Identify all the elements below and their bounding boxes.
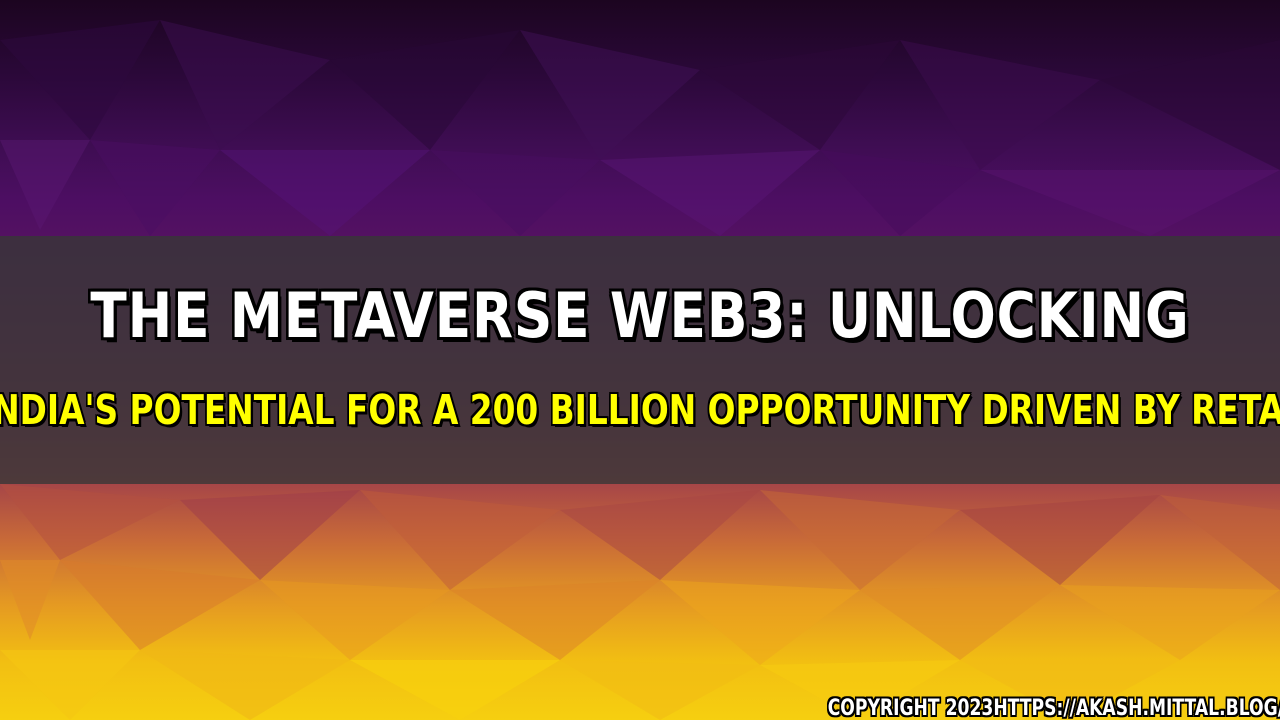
- copyright-footer: COPYRIGHT 2023HTTPS://AKASH.MITTAL.BLOG/: [827, 696, 1280, 720]
- thumbnail-canvas: THE METAVERSE WEB3: UNLOCKING INDIA'S PO…: [0, 0, 1280, 720]
- headline-title: THE METAVERSE WEB3: UNLOCKING: [90, 279, 1190, 352]
- headline-subtitle: INDIA'S POTENTIAL FOR A 200 BILLION OPPO…: [0, 386, 1280, 434]
